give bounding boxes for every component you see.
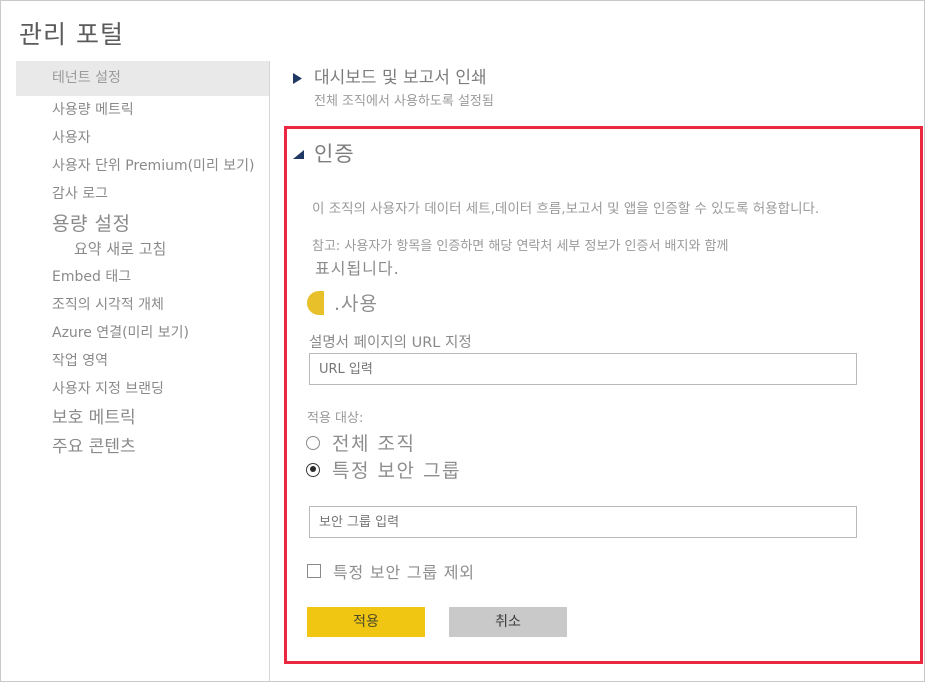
sidebar-item-organizational-visuals[interactable]: 조직의 시각적 개체 xyxy=(16,291,269,319)
sidebar-item-audit-logs[interactable]: 감사 로그 xyxy=(16,180,269,208)
sidebar-item-label: 사용자 지정 브랜딩 xyxy=(52,381,164,397)
sidebar: 테넌트 설정 사용량 메트릭 사용자 사용자 단위 Premium(미리 보기)… xyxy=(1,61,270,682)
cancel-button[interactable]: 취소 xyxy=(449,607,567,637)
sidebar-item-label: 작업 영역 xyxy=(52,353,108,369)
sidebar-item-embed-codes[interactable]: Embed 태그 xyxy=(16,263,269,291)
checkbox-square-icon[interactable] xyxy=(307,564,321,578)
radio-entire-organization[interactable]: 전체 조직 xyxy=(306,429,415,456)
certification-header[interactable]: 인증 xyxy=(293,138,920,168)
sidebar-item-label: 감사 로그 xyxy=(52,186,108,202)
sidebar-item-protection-metrics[interactable]: 보호 메트릭 xyxy=(16,403,269,432)
certification-description-line2: 참고: 사용자가 항목을 인증하면 해당 연락처 세부 정보가 인증서 배지와 … xyxy=(312,235,728,254)
sidebar-item-label: 테넌트 설정 xyxy=(52,70,121,86)
url-input[interactable] xyxy=(309,353,857,385)
section-title: 대시보드 및 보고서 인쇄 xyxy=(314,67,487,89)
sidebar-item-users[interactable]: 사용자 xyxy=(16,124,269,152)
radio-circle-filled-icon[interactable] xyxy=(306,463,320,477)
sidebar-item-label: 보호 메트릭 xyxy=(52,408,136,428)
setting-section-print-dashboards[interactable]: 대시보드 및 보고서 인쇄 전체 조직에서 사용하도록 설정됨 xyxy=(293,67,913,109)
certification-title: 인증 xyxy=(314,138,355,168)
sidebar-item-label: Azure 연결(미리 보기) xyxy=(52,325,189,341)
security-group-input[interactable] xyxy=(309,506,857,538)
admin-portal-screen: 관리 포털 테넌트 설정 사용량 메트릭 사용자 사용자 단위 Premium(… xyxy=(0,0,925,682)
toggle-label: .사용 xyxy=(334,289,378,316)
section-subtitle: 전체 조직에서 사용하도록 설정됨 xyxy=(314,90,913,109)
apply-to-label: 적용 대상: xyxy=(307,407,363,426)
sidebar-item-tenant-settings[interactable]: 테넌트 설정 xyxy=(16,61,269,96)
checkbox-exclude-security-groups[interactable]: 특정 보안 그룹 제외 xyxy=(307,559,475,583)
sidebar-item-label: 용량 설정 xyxy=(52,213,130,235)
radio-specific-security-groups[interactable]: 특정 보안 그룹 xyxy=(306,456,461,483)
radio-label: 전체 조직 xyxy=(332,429,415,456)
sidebar-item-usage-metrics[interactable]: 사용량 메트릭 xyxy=(16,96,269,124)
radio-circle-icon[interactable] xyxy=(306,436,320,450)
sidebar-item-label: 사용자 xyxy=(52,130,91,146)
action-button-row: 적용 취소 xyxy=(307,607,567,637)
certification-toggle[interactable]: .사용 xyxy=(307,289,378,316)
radio-label: 특정 보안 그룹 xyxy=(332,456,461,483)
apply-button[interactable]: 적용 xyxy=(307,607,425,637)
main-content: 대시보드 및 보고서 인쇄 전체 조직에서 사용하도록 설정됨 인증 이 조직의… xyxy=(271,61,924,681)
sidebar-item-featured-content[interactable]: 주요 콘텐츠 xyxy=(16,432,269,461)
sidebar-item-label: 주요 콘텐츠 xyxy=(52,437,136,457)
sidebar-item-label: 요약 새로 고침 xyxy=(74,240,166,258)
sidebar-item-azure-connections[interactable]: Azure 연결(미리 보기) xyxy=(16,319,269,347)
sidebar-item-capacity-settings[interactable]: 용량 설정 xyxy=(16,208,269,237)
sidebar-item-custom-branding[interactable]: 사용자 지정 브랜딩 xyxy=(16,375,269,403)
page-title: 관리 포털 xyxy=(19,15,124,51)
triangle-down-icon[interactable] xyxy=(293,147,305,159)
sidebar-item-label: 사용자 단위 Premium(미리 보기) xyxy=(52,158,255,174)
url-field-label: 설명서 페이지의 URL 지정 xyxy=(309,331,472,352)
sidebar-item-label: 사용량 메트릭 xyxy=(52,102,134,118)
certification-description-line3: 표시됩니다. xyxy=(315,255,400,279)
checkbox-label: 특정 보안 그룹 제외 xyxy=(333,559,475,583)
sidebar-item-refresh-summary[interactable]: 요약 새로 고침 xyxy=(16,237,269,263)
toggle-knob-icon[interactable] xyxy=(307,291,324,315)
sidebar-item-premium-per-user[interactable]: 사용자 단위 Premium(미리 보기) xyxy=(16,152,269,180)
sidebar-item-label: 조직의 시각적 개체 xyxy=(52,297,164,313)
certification-settings-panel: 인증 이 조직의 사용자가 데이터 세트,데이터 흐름,보고서 및 앱을 인증할… xyxy=(284,126,923,664)
certification-description-line1: 이 조직의 사용자가 데이터 세트,데이터 흐름,보고서 및 앱을 인증할 수 … xyxy=(312,197,819,217)
sidebar-item-label: Embed 태그 xyxy=(52,269,131,285)
sidebar-item-workspaces[interactable]: 작업 영역 xyxy=(16,347,269,375)
triangle-right-icon[interactable] xyxy=(293,67,305,84)
